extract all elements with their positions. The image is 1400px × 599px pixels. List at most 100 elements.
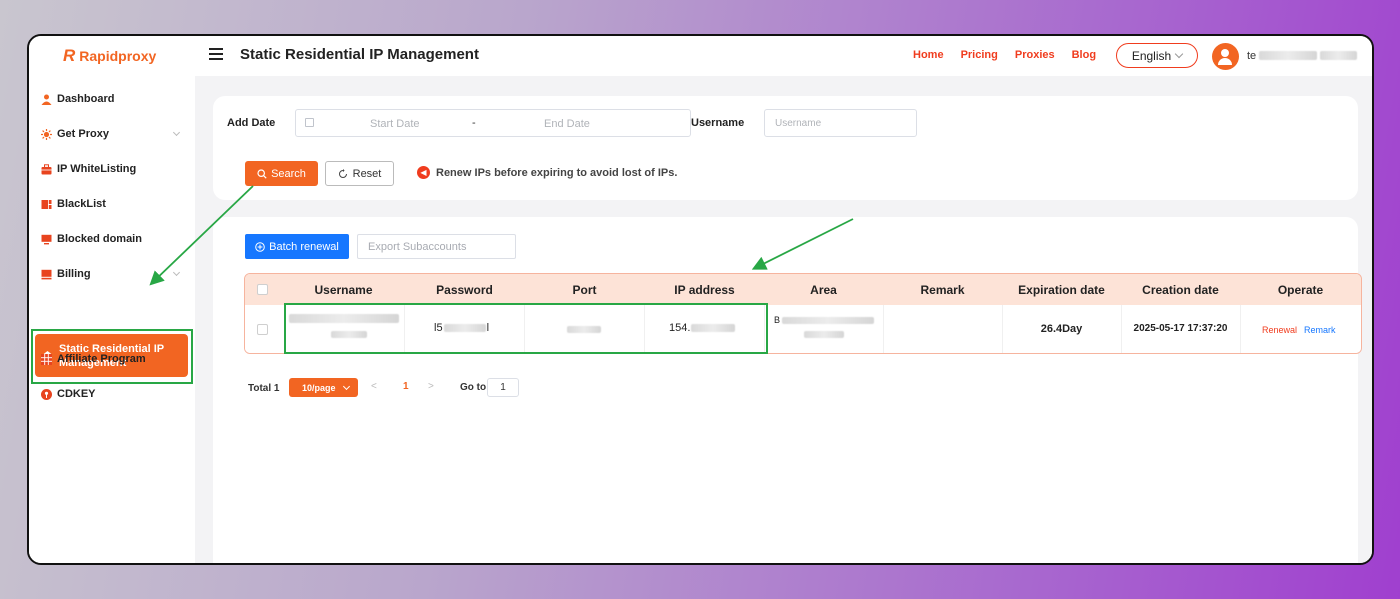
sidebar-item-label: CDKEY <box>57 388 96 400</box>
sidebar-item-label: Billing <box>57 268 91 280</box>
grid-icon <box>41 353 52 365</box>
speaker-icon: ◀ <box>417 166 430 179</box>
sidebar-item-ip-whitelisting[interactable]: IP WhiteListing <box>41 163 136 175</box>
add-date-label: Add Date <box>227 117 276 129</box>
table-header: Username Password Port IP address Area R… <box>245 274 1361 305</box>
prev-page-icon[interactable]: < <box>371 381 377 392</box>
column-operate: Operate <box>1277 283 1324 297</box>
username-input[interactable]: Username <box>764 109 917 137</box>
sidebar-item-blocked-domain[interactable]: Blocked domain <box>41 233 142 245</box>
calendar-icon <box>305 118 314 127</box>
sidebar-item-blacklist[interactable]: BlackList <box>41 198 106 210</box>
nav-proxies[interactable]: Proxies <box>1015 49 1055 61</box>
column-username: Username <box>314 283 373 297</box>
start-date-placeholder[interactable]: Start Date <box>370 118 420 130</box>
page-size-value: 10/page <box>302 382 336 393</box>
hamburger-menu-icon[interactable] <box>209 48 223 62</box>
sidebar-item-label: Dashboard <box>57 93 115 105</box>
key-icon <box>41 388 52 400</box>
sidebar-item-label: IP WhiteListing <box>57 163 137 175</box>
user-name-redacted-2 <box>1320 51 1357 60</box>
cell-expiration: 26.4Day <box>1040 323 1083 335</box>
next-page-icon[interactable]: > <box>428 381 434 392</box>
logo-text: Rapidproxy <box>79 48 157 64</box>
column-area: Area <box>810 283 837 297</box>
column-port: Port <box>572 283 597 297</box>
sidebar-item-billing[interactable]: Billing <box>41 268 91 280</box>
search-icon <box>257 168 267 179</box>
sidebar-item-dashboard[interactable]: Dashboard <box>41 93 114 105</box>
page-size-select[interactable]: 10/page <box>289 378 358 397</box>
redacted-text <box>804 331 844 338</box>
redacted-text <box>782 316 875 324</box>
nav-blog[interactable]: Blog <box>1072 49 1096 61</box>
sun-icon <box>41 128 52 140</box>
nav-home[interactable]: Home <box>913 49 944 61</box>
table-card: Batch renewal Export Subaccounts Usernam… <box>213 217 1362 563</box>
plus-circle-icon <box>255 241 265 252</box>
reset-button[interactable]: Reset <box>325 161 394 186</box>
avatar-head <box>1221 49 1229 57</box>
end-date-placeholder[interactable]: End Date <box>544 118 590 130</box>
column-remark: Remark <box>920 283 965 297</box>
sidebar-item-get-proxy[interactable]: Get Proxy <box>41 128 109 140</box>
export-subaccounts-button[interactable]: Export Subaccounts <box>357 234 516 259</box>
logo[interactable]: R Rapidproxy <box>63 46 156 66</box>
sidebar: Dashboard Get Proxy IP WhiteListing Blac… <box>29 76 195 563</box>
column-password: Password <box>436 283 493 297</box>
sidebar-item-cdkey[interactable]: CDKEY <box>41 388 96 400</box>
chevron-down-icon <box>172 128 181 137</box>
cell-creation: 2025-05-17 17:37:20 <box>1133 323 1228 334</box>
language-selector[interactable]: English <box>1116 43 1198 68</box>
page-number[interactable]: 1 <box>403 381 409 392</box>
monitor-icon <box>41 234 52 244</box>
briefcase-icon <box>41 163 52 174</box>
user-name-redacted <box>1259 51 1318 60</box>
sidebar-item-affiliate-program[interactable]: Affiliate Program <box>41 353 146 365</box>
highlight-box <box>284 303 768 354</box>
pagination-total: Total 1 <box>248 383 279 394</box>
row-checkbox[interactable] <box>257 324 268 335</box>
column-ip-address: IP address <box>674 283 735 297</box>
refresh-icon <box>338 168 347 178</box>
date-separator: - <box>472 117 476 129</box>
chevron-down-icon <box>172 268 181 277</box>
batch-renewal-button[interactable]: Batch renewal <box>245 234 349 259</box>
username-label: Username <box>691 117 745 129</box>
area-prefix: B <box>774 315 781 325</box>
user-name[interactable]: te <box>1247 49 1357 62</box>
top-header: R Rapidproxy Static Residential IP Manag… <box>29 36 1372 76</box>
sidebar-item-label: Affiliate Program <box>57 353 146 365</box>
renewal-notice: ◀ Renew IPs before expiring to avoid los… <box>417 166 677 179</box>
user-icon <box>41 94 52 105</box>
column-expiration-date: Expiration date <box>1018 283 1105 297</box>
sidebar-item-label: BlackList <box>57 198 106 210</box>
reset-button-label: Reset <box>352 167 382 180</box>
select-all-checkbox[interactable] <box>257 284 268 295</box>
search-button-label: Search <box>271 167 306 180</box>
filter-card: Add Date Start Date - End Date Username … <box>213 96 1358 200</box>
goto-page-input[interactable]: 1 <box>487 378 519 397</box>
search-button[interactable]: Search <box>245 161 318 186</box>
user-avatar[interactable] <box>1212 43 1239 70</box>
renewal-notice-text: Renew IPs before expiring to avoid lost … <box>436 166 678 179</box>
language-label: English <box>1131 48 1172 63</box>
logo-icon: R <box>63 46 76 65</box>
billing-icon <box>41 269 52 279</box>
top-nav: Home Pricing Proxies Blog <box>913 49 1096 61</box>
blacklist-icon <box>41 199 52 209</box>
main-content: Add Date Start Date - End Date Username … <box>195 76 1372 563</box>
chevron-down-icon <box>1174 49 1184 59</box>
cell-area: B <box>774 315 875 338</box>
nav-pricing[interactable]: Pricing <box>961 49 998 61</box>
renewal-link[interactable]: Renewal <box>1262 325 1297 335</box>
sidebar-item-label: Get Proxy <box>57 128 109 140</box>
avatar-body <box>1218 58 1232 65</box>
column-divider <box>883 305 884 353</box>
sidebar-item-label: Blocked domain <box>57 233 142 245</box>
date-range-picker[interactable]: Start Date - End Date <box>295 109 691 137</box>
total-count: Total 1 <box>248 383 280 394</box>
column-divider <box>1240 305 1241 353</box>
remark-link[interactable]: Remark <box>1304 325 1336 335</box>
column-creation-date: Creation date <box>1142 283 1219 297</box>
